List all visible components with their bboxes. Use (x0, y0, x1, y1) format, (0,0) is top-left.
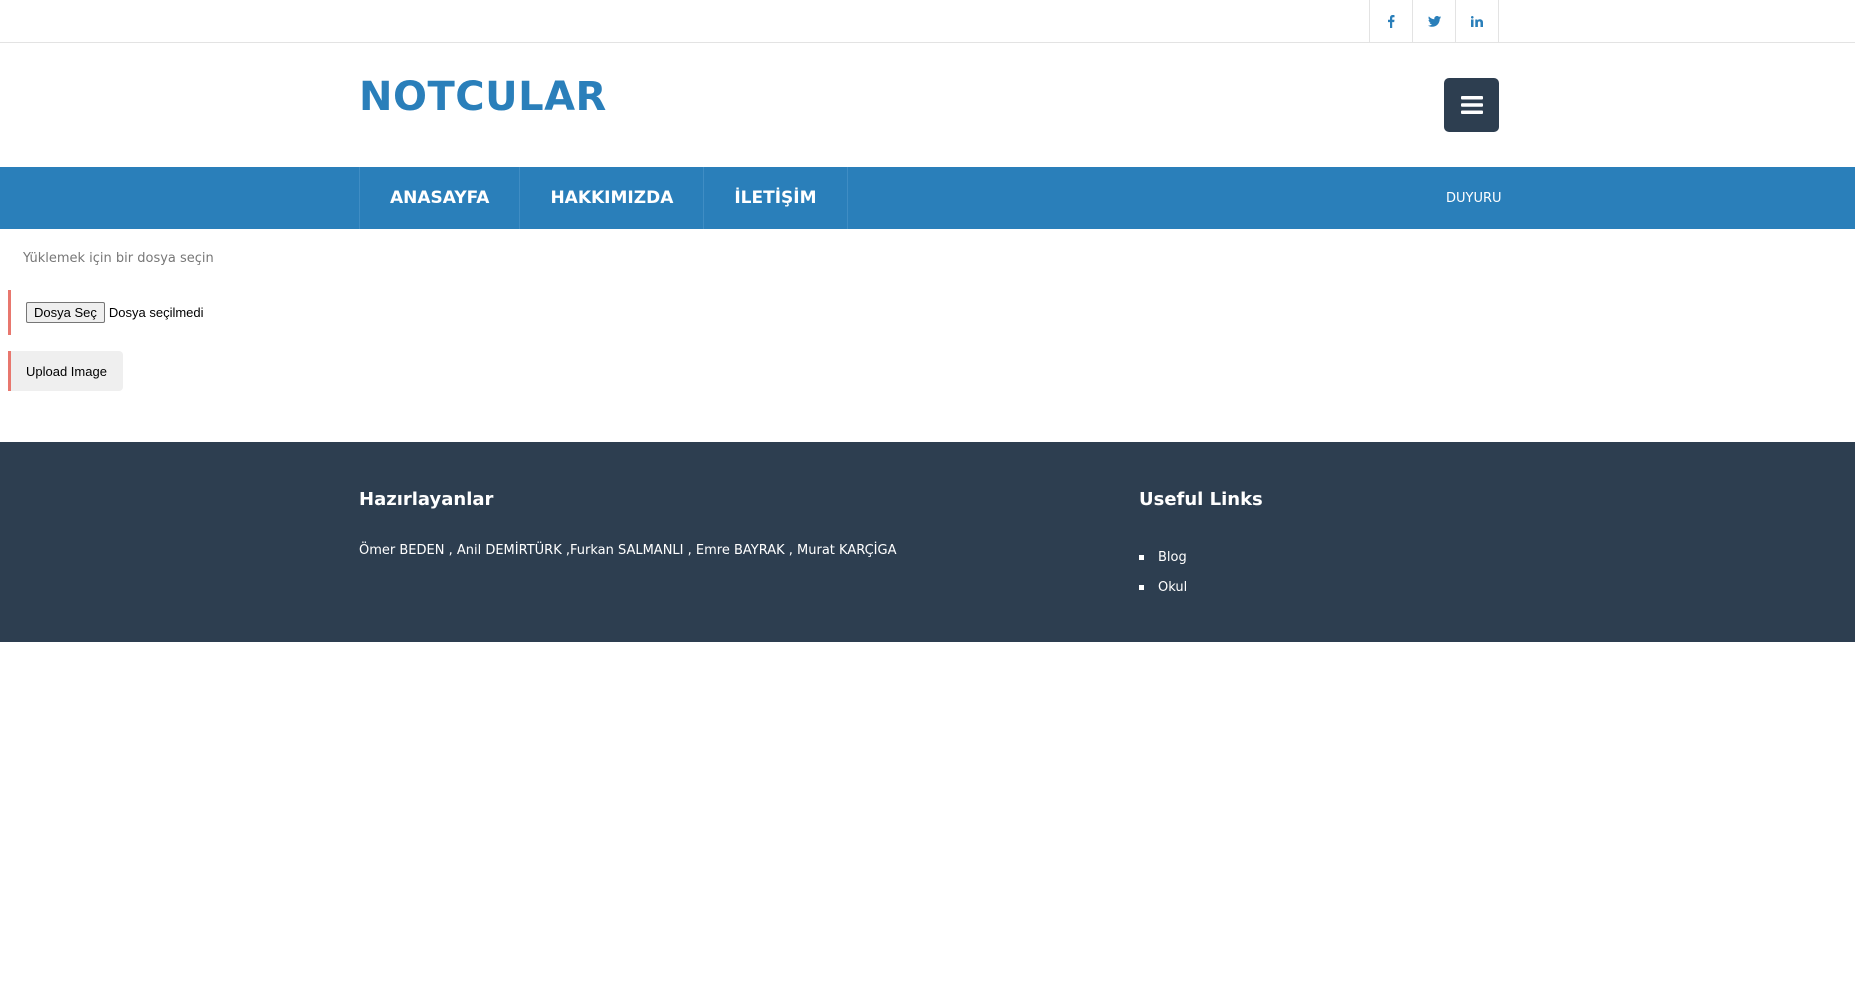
upload-image-button[interactable]: Upload Image (8, 351, 123, 391)
choose-file-button[interactable]: Dosya Seç (26, 302, 105, 323)
site-footer: Hazırlayanlar Ömer BEDEN , Anil DEMİRTÜR… (0, 442, 1855, 642)
file-status-text: Dosya seçilmedi (108, 305, 204, 320)
nav-items: ANASAYFA HAKKIMIZDA İLETİŞİM (359, 167, 848, 229)
social-links (1369, 0, 1499, 42)
nav-item-announcement[interactable]: DUYURU (1446, 167, 1502, 229)
bullet-icon (1139, 554, 1144, 560)
site-header: NOTCULAR (0, 43, 1855, 167)
footer-links-list: Blog Okul (1139, 542, 1187, 602)
main-nav: ANASAYFA HAKKIMIZDA İLETİŞİM DUYURU (0, 167, 1855, 229)
nav-item-contact[interactable]: İLETİŞİM (704, 167, 848, 229)
linkedin-link[interactable] (1456, 0, 1499, 42)
footer-link-school[interactable]: Okul (1139, 572, 1187, 602)
footer-link-blog[interactable]: Blog (1139, 542, 1187, 572)
footer-authors-text: Ömer BEDEN , Anil DEMİRTÜRK ,Furkan SALM… (359, 543, 897, 558)
footer-link-label[interactable]: Blog (1158, 550, 1187, 565)
nav-item-about[interactable]: HAKKIMIZDA (520, 167, 705, 229)
footer-links-title: Useful Links (1139, 489, 1263, 510)
twitter-link[interactable] (1413, 0, 1456, 42)
file-input-row: Dosya Seç Dosya seçilmedi (8, 290, 308, 335)
top-bar (0, 0, 1855, 43)
upload-label: Yüklemek için bir dosya seçin (23, 251, 214, 266)
facebook-icon (1388, 14, 1395, 28)
nav-item-home[interactable]: ANASAYFA (360, 167, 521, 229)
site-logo[interactable]: NOTCULAR (359, 77, 607, 117)
linkedin-icon (1471, 15, 1483, 27)
facebook-link[interactable] (1370, 0, 1413, 42)
footer-link-label[interactable]: Okul (1158, 580, 1187, 595)
menu-toggle-button[interactable] (1444, 78, 1499, 132)
bullet-icon (1139, 584, 1144, 590)
twitter-icon (1427, 15, 1441, 27)
footer-authors-title: Hazırlayanlar (359, 489, 494, 510)
hamburger-menu-icon (1460, 96, 1483, 114)
